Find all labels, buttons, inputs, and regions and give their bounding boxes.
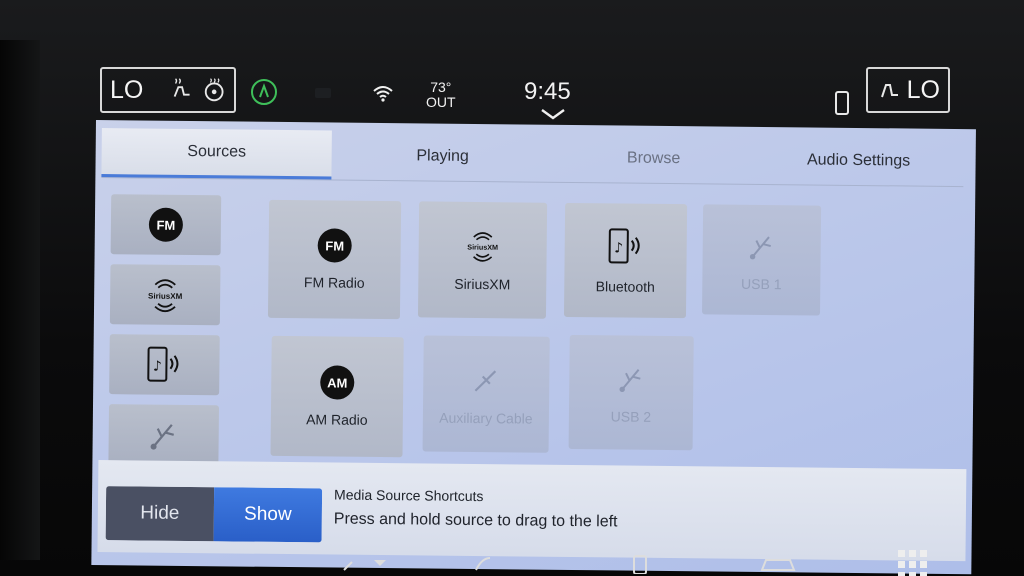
- shortcut-bar: Hide Show Media Source Shortcuts Press a…: [97, 460, 967, 562]
- tab-label: Playing: [416, 146, 469, 165]
- source-label: USB 1: [741, 275, 782, 293]
- tab-label: Sources: [187, 142, 247, 161]
- show-label: Show: [244, 503, 292, 526]
- chevron-down-icon[interactable]: [540, 108, 566, 120]
- source-tile-bluetooth[interactable]: ♪ Bluetooth: [563, 202, 688, 319]
- fm-badge-text: FM: [325, 237, 345, 254]
- climate-dock-icon[interactable]: [470, 552, 510, 572]
- tab-playing[interactable]: Playing: [331, 130, 554, 181]
- aux-cable-icon: [474, 370, 497, 392]
- shortcut-visibility-toggle: Hide Show: [105, 486, 323, 543]
- passenger-temp-setting: LO: [906, 75, 940, 104]
- usb-icon: [619, 369, 641, 393]
- source-label: SiriusXM: [454, 275, 511, 293]
- svg-text:♪: ♪: [614, 240, 623, 256]
- tab-browse[interactable]: Browse: [553, 133, 754, 184]
- tab-audio-settings[interactable]: Audio Settings: [753, 135, 964, 186]
- vehicle-status-icon: [315, 88, 331, 98]
- hide-button[interactable]: Hide: [105, 486, 215, 542]
- usb-icon: [749, 236, 771, 260]
- siriusxm-wordmark: SiriusXM: [148, 292, 183, 301]
- tab-label: Audio Settings: [806, 150, 911, 170]
- tab-sources[interactable]: Sources: [101, 128, 332, 180]
- source-tile-siriusxm[interactable]: SiriusXM SiriusXM: [417, 201, 548, 319]
- svg-text:♪: ♪: [153, 359, 162, 375]
- hide-label: Hide: [140, 502, 180, 524]
- wifi-icon: [373, 86, 393, 102]
- source-label: Auxiliary Cable: [439, 409, 533, 427]
- hint-title: Media Source Shortcuts: [334, 486, 484, 505]
- heated-seat-icon: [174, 78, 190, 97]
- media-dock-icon[interactable]: [340, 552, 390, 572]
- source-tile-auxiliary-cable[interactable]: Auxiliary Cable: [422, 335, 550, 453]
- source-label: AM Radio: [306, 411, 368, 428]
- vehicle-dock-icon[interactable]: [758, 552, 798, 574]
- siriusxm-icon: SiriusXM: [467, 232, 498, 262]
- hint-text: Press and hold source to drag to the lef…: [333, 510, 618, 531]
- usb-icon: [150, 424, 174, 450]
- fm-icon: FM: [148, 207, 184, 242]
- status-bar: LO 73° OUT 9:45 LO: [96, 58, 966, 124]
- driver-climate-control[interactable]: LO: [100, 67, 236, 113]
- source-label: Bluetooth: [595, 278, 655, 295]
- siriusxm-icon: SiriusXM: [148, 279, 183, 313]
- bluetooth-phone-icon: ♪: [147, 346, 179, 382]
- fm-badge-text: FM: [156, 217, 176, 233]
- source-label: USB 2: [610, 408, 652, 425]
- tab-bar: Sources Playing Browse Audio Settings: [101, 128, 964, 188]
- temperature-value: 73°: [430, 79, 452, 95]
- shortcut-siriusxm[interactable]: SiriusXM: [109, 264, 221, 326]
- heated-wheel-icon: [204, 78, 224, 102]
- source-tile-usb-1[interactable]: USB 1: [701, 204, 822, 316]
- passenger-seat-icon: [881, 84, 898, 98]
- source-tile-usb-2[interactable]: USB 2: [568, 334, 694, 451]
- temperature-label: OUT: [426, 94, 456, 110]
- bottom-dock: [0, 548, 1024, 576]
- clock: 9:45: [524, 78, 571, 105]
- am-icon: AM: [320, 365, 355, 400]
- tab-label: Browse: [626, 149, 681, 167]
- phone-icon: [835, 91, 849, 115]
- bluetooth-phone-icon: ♪: [608, 228, 640, 264]
- apps-grid-icon[interactable]: [896, 548, 930, 576]
- shortcut-bluetooth[interactable]: ♪: [109, 334, 220, 396]
- shortcut-usb[interactable]: [108, 404, 220, 466]
- eco-mode-icon: [251, 79, 277, 105]
- driver-temp-setting: LO: [110, 75, 144, 104]
- source-label: FM Radio: [303, 274, 365, 291]
- show-button[interactable]: Show: [213, 487, 323, 543]
- outside-temperature: 73° OUT: [426, 80, 456, 110]
- source-tile-fm-radio[interactable]: FM FM Radio: [267, 199, 402, 320]
- passenger-climate-control[interactable]: LO: [866, 67, 950, 113]
- fm-icon: FM: [317, 228, 352, 263]
- phone-dock-icon[interactable]: [630, 552, 650, 574]
- bezel-left-edge: [0, 40, 40, 560]
- siriusxm-wordmark: SiriusXM: [467, 242, 498, 251]
- source-tile-am-radio[interactable]: AM AM Radio: [270, 335, 404, 458]
- media-sources-screen: Sources Playing Browse Audio Settings FM…: [91, 120, 976, 575]
- shortcut-fm[interactable]: FM: [110, 194, 222, 256]
- am-badge-text: AM: [327, 374, 348, 391]
